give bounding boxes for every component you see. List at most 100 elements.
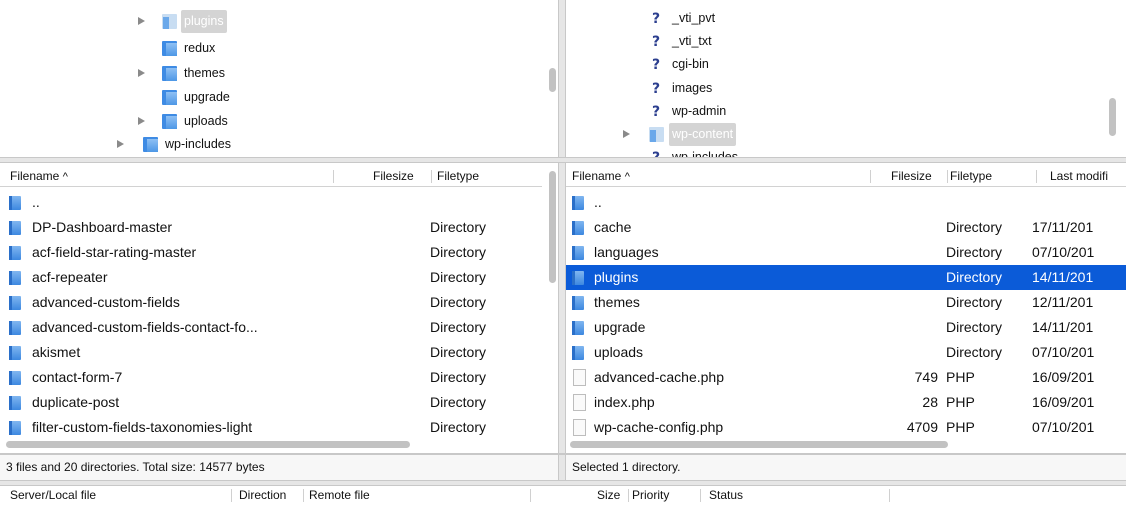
- local-tree-item-wp-includes[interactable]: wp-includes: [0, 133, 540, 156]
- column-filename[interactable]: Filename ^: [572, 165, 630, 188]
- column-separator[interactable]: [1036, 170, 1037, 183]
- column-separator[interactable]: [333, 170, 334, 183]
- list-row[interactable]: wp-cache-config.php 4709 PHP 07/10/201: [566, 415, 1126, 440]
- cell-size: 4709: [906, 419, 938, 435]
- list-row[interactable]: upgrade Directory 14/11/201: [566, 315, 1126, 340]
- remote-tree-item-cgi-bin[interactable]: ? cgi-bin: [566, 53, 1106, 76]
- list-row[interactable]: advanced-custom-fields-contact-fo... Dire…: [0, 315, 546, 340]
- local-list-scrollbar[interactable]: [549, 171, 556, 283]
- list-row[interactable]: acf-field-star-rating-master Directory: [0, 240, 546, 265]
- list-row[interactable]: uploads Directory 07/10/201: [566, 340, 1126, 365]
- column-last-modified[interactable]: Last modifi: [1050, 165, 1108, 187]
- local-list-hscrollbar[interactable]: [6, 441, 410, 448]
- column-separator[interactable]: [947, 170, 948, 183]
- column-separator[interactable]: [303, 489, 304, 502]
- cell-name: acf-repeater: [32, 269, 108, 285]
- folder-icon: [9, 221, 21, 235]
- remote-tree-item-wp-content[interactable]: wp-content: [566, 123, 1106, 146]
- folder-icon: [9, 196, 21, 210]
- cell-name: acf-field-star-rating-master: [32, 244, 197, 260]
- unknown-folder-icon: ?: [652, 11, 661, 27]
- local-tree-item-redux[interactable]: redux: [0, 37, 540, 60]
- column-separator[interactable]: [870, 170, 871, 183]
- column-filetype[interactable]: Filetype: [437, 165, 479, 187]
- list-row[interactable]: languages Directory 07/10/201: [566, 240, 1126, 265]
- list-row[interactable]: ..: [566, 190, 1126, 215]
- column-direction[interactable]: Direction: [239, 486, 286, 505]
- list-row[interactable]: acf-repeater Directory: [0, 265, 546, 290]
- column-server-local-file[interactable]: Server/Local file: [10, 486, 96, 505]
- local-status-bar: 3 files and 20 directories. Total size: …: [0, 455, 558, 480]
- remote-list-header: Filename ^ Filesize Filetype Last modifi: [566, 165, 1126, 187]
- local-tree-item-upgrade[interactable]: upgrade: [0, 86, 540, 109]
- column-separator[interactable]: [431, 170, 432, 183]
- expand-triangle-icon[interactable]: [623, 130, 630, 138]
- list-row[interactable]: filter-custom-fields-taxonomies-light Dir…: [0, 415, 546, 440]
- folder-icon: [162, 90, 177, 105]
- list-row[interactable]: advanced-cache.php 749 PHP 16/09/201: [566, 365, 1126, 390]
- expand-triangle-icon[interactable]: [138, 117, 145, 125]
- remote-tree-scrollbar[interactable]: [1109, 98, 1116, 136]
- remote-tree-item-vti-pvt[interactable]: ? _vti_pvt: [566, 7, 1106, 30]
- folder-icon: [162, 66, 177, 81]
- expand-triangle-icon[interactable]: [117, 140, 124, 148]
- list-row[interactable]: advanced-custom-fields Directory: [0, 290, 546, 315]
- column-filesize[interactable]: Filesize: [373, 165, 414, 187]
- column-separator[interactable]: [628, 489, 629, 502]
- expand-triangle-icon[interactable]: [138, 69, 145, 77]
- column-filename[interactable]: Filename ^: [10, 165, 68, 188]
- column-separator[interactable]: [700, 489, 701, 502]
- list-row[interactable]: DP-Dashboard-master Directory: [0, 215, 546, 240]
- remote-tree-item-wp-admin[interactable]: ? wp-admin: [566, 100, 1106, 123]
- folder-icon: [572, 296, 584, 310]
- column-filename-label: Filename: [572, 169, 622, 183]
- column-remote-file[interactable]: Remote file: [309, 486, 370, 505]
- cell-size: 749: [914, 369, 938, 385]
- cell-modified: 07/10/201: [1032, 344, 1095, 360]
- cell-type: Directory: [946, 244, 1003, 260]
- remote-list-hscrollbar[interactable]: [570, 441, 948, 448]
- column-filetype[interactable]: Filetype: [950, 165, 992, 187]
- list-row[interactable]: contact-form-7 Directory: [0, 365, 546, 390]
- list-row[interactable]: ..: [0, 190, 546, 215]
- cell-modified: 07/10/201: [1032, 419, 1095, 435]
- column-separator[interactable]: [889, 489, 890, 502]
- cell-name: ..: [594, 194, 602, 210]
- column-separator[interactable]: [530, 489, 531, 502]
- local-tree-scrollbar[interactable]: [549, 68, 556, 92]
- expand-triangle-icon[interactable]: [138, 17, 145, 25]
- column-status[interactable]: Status: [709, 486, 743, 505]
- list-row[interactable]: akismet Directory: [0, 340, 546, 365]
- local-tree-item-plugins[interactable]: plugins: [0, 10, 540, 33]
- remote-tree-item-images[interactable]: ? images: [566, 77, 1106, 100]
- column-filesize[interactable]: Filesize: [891, 165, 932, 187]
- list-row[interactable]: themes Directory 12/11/201: [566, 290, 1126, 315]
- remote-file-list[interactable]: Filename ^ Filesize Filetype Last modifi…: [566, 163, 1126, 453]
- cell-type: Directory: [946, 319, 1003, 335]
- cell-name: filter-custom-fields-taxonomies-light: [32, 419, 253, 435]
- cell-type: Directory: [430, 219, 487, 235]
- remote-directory-tree[interactable]: ? _vti_pvt ? _vti_txt ? cgi-bin ? images…: [566, 0, 1126, 157]
- cell-name: cache: [594, 219, 632, 235]
- tree-item-label: wp-content: [669, 123, 737, 146]
- list-row[interactable]: index.php 28 PHP 16/09/201: [566, 390, 1126, 415]
- local-tree-item-themes[interactable]: themes: [0, 62, 540, 85]
- cell-type: PHP: [946, 369, 975, 385]
- local-tree-item-uploads[interactable]: uploads: [0, 110, 540, 133]
- column-separator[interactable]: [231, 489, 232, 502]
- column-size[interactable]: Size: [597, 486, 620, 505]
- unknown-folder-icon: ?: [652, 81, 661, 97]
- list-row[interactable]: duplicate-post Directory: [0, 390, 546, 415]
- folder-icon: [9, 321, 21, 335]
- list-row[interactable]: cache Directory 17/11/201: [566, 215, 1126, 240]
- cell-type: Directory: [946, 219, 1003, 235]
- column-priority[interactable]: Priority: [632, 486, 669, 505]
- local-directory-tree[interactable]: plugins redux themes upgrade uploads wp-…: [0, 0, 558, 157]
- cell-name: themes: [594, 294, 640, 310]
- pane-splitter[interactable]: [558, 0, 566, 480]
- list-row[interactable]: plugins Directory 14/11/201: [566, 265, 1126, 290]
- remote-tree-item-vti-txt[interactable]: ? _vti_txt: [566, 30, 1106, 53]
- local-file-list[interactable]: Filename ^ Filesize Filetype .. DP-Dashbo…: [0, 163, 558, 453]
- remote-tree-item-wp-includes[interactable]: ? wp-includes: [566, 146, 1106, 157]
- folder-icon: [572, 271, 584, 285]
